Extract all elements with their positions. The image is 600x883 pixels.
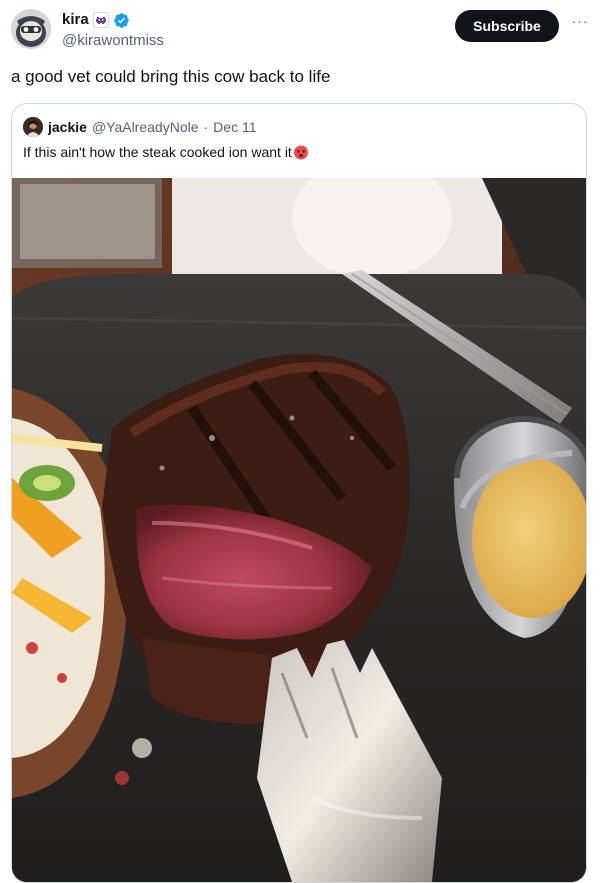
- tweet-text: a good vet could bring this cow back to …: [11, 67, 331, 86]
- steak-photo-image: [12, 178, 586, 882]
- quoted-tweet-text: If this ain't how the steak cooked ion w…: [23, 142, 309, 162]
- quoted-date[interactable]: Dec 11: [213, 119, 256, 135]
- subscribe-button[interactable]: Subscribe: [455, 10, 559, 42]
- avatar[interactable]: [11, 9, 51, 49]
- more-horizontal-icon[interactable]: ···: [569, 10, 591, 32]
- verified-badge-icon: [113, 12, 129, 28]
- quoted-author-handle[interactable]: @YaAlreadyNole: [92, 119, 199, 135]
- alien-affiliate-badge-icon: [92, 12, 109, 28]
- hot-face-emoji-icon: [293, 145, 308, 160]
- quoted-separator: ·: [203, 119, 209, 135]
- quoted-tweet-card[interactable]: jackie @YaAlreadyNole · Dec 11 If this a…: [11, 103, 587, 883]
- quoted-text-content: If this ain't how the steak cooked ion w…: [23, 144, 292, 160]
- author-handle[interactable]: @kirawontmiss: [62, 31, 164, 51]
- avatar-image: [11, 9, 51, 49]
- steak-photo[interactable]: [12, 178, 586, 882]
- tweet-author: kira @kirawontmiss: [62, 10, 164, 51]
- quoted-author-display-name[interactable]: jackie: [48, 119, 87, 135]
- author-display-name[interactable]: kira: [62, 10, 89, 30]
- quoted-avatar-image: [23, 117, 43, 137]
- quoted-tweet-header: jackie @YaAlreadyNole · Dec 11: [23, 117, 257, 137]
- quoted-avatar[interactable]: [23, 117, 43, 137]
